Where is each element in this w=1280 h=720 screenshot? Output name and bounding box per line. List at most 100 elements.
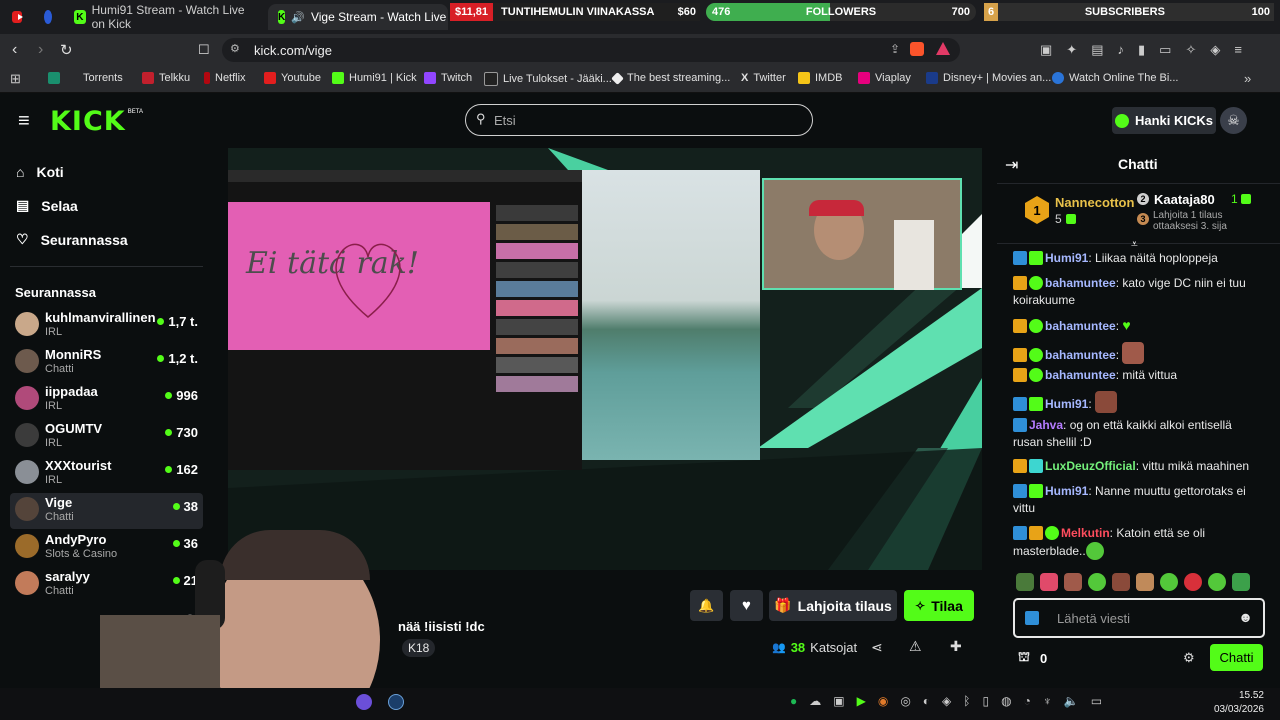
extension-icon[interactable]: ▣ bbox=[1040, 42, 1052, 58]
more-bookmarks-icon[interactable]: » bbox=[1244, 71, 1251, 86]
tray-app-icon[interactable]: ◉ bbox=[878, 694, 888, 708]
frog-emote[interactable] bbox=[1016, 573, 1034, 591]
avatar[interactable]: ☠ bbox=[1220, 107, 1247, 134]
bookmark-twitter[interactable]: X Twitter bbox=[741, 72, 786, 84]
hamburger-menu-icon[interactable]: ≡ bbox=[18, 110, 30, 133]
kick-logo[interactable]: KICK BETA bbox=[50, 106, 143, 137]
hat-emote[interactable] bbox=[1184, 573, 1202, 591]
bookmark-watch-online[interactable]: Watch Online The Bi... bbox=[1052, 72, 1178, 84]
music-icon[interactable]: ♪ bbox=[1118, 42, 1125, 58]
bookmark-twitch[interactable]: Twitch bbox=[424, 72, 472, 84]
nav-following[interactable]: ♡ Seurannassa bbox=[16, 231, 128, 248]
spotify-icon[interactable]: ● bbox=[790, 694, 797, 708]
tray-app-icon[interactable]: ◐ bbox=[923, 694, 930, 708]
tab-humi91[interactable]: K Humi91 Stream - Watch Live on Kick bbox=[64, 3, 264, 31]
chat-username[interactable]: bahamuntee bbox=[1045, 348, 1116, 362]
tray-app-icon[interactable]: ▯ bbox=[982, 694, 989, 708]
chat-username[interactable]: bahamuntee bbox=[1045, 368, 1116, 382]
url-bar[interactable]: ⚙ kick.com/vige ⇪ bbox=[222, 38, 960, 62]
chat-username[interactable]: Humi91 bbox=[1045, 397, 1088, 411]
stream-tag[interactable]: K18 bbox=[402, 639, 436, 657]
wallet-icon[interactable]: ▭ bbox=[1159, 42, 1171, 58]
follow-button[interactable]: ♥ bbox=[730, 590, 763, 621]
apps-grid-icon[interactable]: ⊞ bbox=[10, 71, 21, 87]
menu-icon[interactable]: ≡ bbox=[1234, 42, 1242, 58]
chat-username[interactable]: Jahva bbox=[1029, 418, 1063, 432]
clock[interactable]: 15.52 03/03/2026 bbox=[1200, 689, 1264, 717]
smile-emote[interactable] bbox=[1232, 573, 1250, 591]
tab-vige[interactable]: K 🔊 Vige Stream - Watch Live on K bbox=[268, 4, 448, 30]
cloud-icon[interactable]: ☁ bbox=[809, 694, 821, 708]
nav-browse[interactable]: ▤ Selaa bbox=[16, 197, 78, 214]
battery-icon[interactable]: ▭ bbox=[1091, 694, 1102, 708]
face-emote[interactable] bbox=[1064, 573, 1082, 591]
puzzle-icon[interactable]: ✦ bbox=[1066, 42, 1077, 58]
leo-icon[interactable]: ✧ bbox=[1185, 42, 1196, 58]
gift-sub-button[interactable]: 🎁 Lahjoita tilaus bbox=[769, 590, 897, 621]
steam-icon[interactable]: ◍ bbox=[1001, 694, 1011, 708]
chat-username[interactable]: Humi91 bbox=[1045, 484, 1088, 498]
sidebar-following-item[interactable]: XXXtourist IRL 162 bbox=[10, 456, 203, 492]
chat-settings-icon[interactable]: ⚙ bbox=[1183, 650, 1195, 666]
tab-other[interactable] bbox=[34, 4, 62, 30]
clip-icon[interactable]: ✚ bbox=[950, 638, 962, 655]
app-icon[interactable] bbox=[356, 694, 372, 710]
tab-youtube[interactable] bbox=[2, 4, 32, 30]
steam-icon[interactable] bbox=[388, 694, 404, 710]
face-emote[interactable] bbox=[1112, 573, 1130, 591]
pepe-emote[interactable] bbox=[1208, 573, 1226, 591]
bluetooth-icon[interactable]: ᛒ bbox=[963, 694, 970, 708]
bookmark-streaming[interactable]: The best streaming... bbox=[611, 71, 730, 85]
notification-bell-button[interactable]: 🔔 bbox=[690, 590, 723, 621]
nav-home[interactable]: ⌂ Koti bbox=[16, 164, 64, 180]
share-icon[interactable]: ⇪ bbox=[890, 42, 900, 56]
forward-icon[interactable]: › bbox=[38, 41, 43, 59]
pepe-emote[interactable] bbox=[1160, 573, 1178, 591]
back-icon[interactable]: ‹ bbox=[12, 41, 17, 59]
search-input[interactable]: ⚲ Etsi bbox=[465, 104, 813, 136]
bookmark-disney[interactable]: Disney+ | Movies an... bbox=[926, 72, 1051, 84]
chat-username[interactable]: Melkutin bbox=[1061, 526, 1110, 540]
sidebar-following-item[interactable]: iippadaa IRL 996 bbox=[10, 382, 203, 418]
site-info-icon[interactable]: ⚙ bbox=[230, 42, 240, 55]
bookmark-torrents[interactable]: Torrents bbox=[48, 72, 123, 84]
tray-app-icon[interactable]: ◈ bbox=[942, 694, 951, 708]
bookmark-netflix[interactable]: Netflix bbox=[204, 72, 246, 84]
wifi-icon[interactable]: ◔ bbox=[1024, 694, 1031, 708]
sidebar-toggle-icon[interactable]: ▮ bbox=[1138, 42, 1145, 58]
sidebar-following-item[interactable]: kuhlmanvirallinen IRL 1,7 t. bbox=[10, 308, 203, 344]
get-kicks-button[interactable]: Hanki KICKs bbox=[1112, 107, 1216, 134]
bookmark-icon[interactable]: ☐ bbox=[198, 42, 210, 58]
play-icon[interactable]: ▶ bbox=[857, 694, 866, 708]
reload-icon[interactable]: ↻ bbox=[60, 41, 73, 59]
emoji-picker-icon[interactable]: ☻ bbox=[1238, 609, 1253, 625]
sidebar-following-item[interactable]: MonniRS Chatti 1,2 t. bbox=[10, 345, 203, 381]
share-icon[interactable]: ⋖ bbox=[871, 639, 883, 656]
bookmark-viaplay[interactable]: Viaplay bbox=[858, 72, 911, 84]
volume-icon[interactable]: 🔈 bbox=[1064, 694, 1079, 708]
hands-emote[interactable] bbox=[1040, 573, 1058, 591]
tray-app-icon[interactable]: ▣ bbox=[833, 694, 844, 708]
pepe-emote[interactable] bbox=[1088, 573, 1106, 591]
video-player[interactable]: Ei tätä rak! bbox=[228, 148, 982, 570]
chat-username[interactable]: Humi91 bbox=[1045, 251, 1088, 265]
bookmark-live-tulokset[interactable]: Live Tulokset - Jääki... bbox=[484, 72, 612, 86]
chat-username[interactable]: LuxDeuzOfficial bbox=[1045, 459, 1136, 473]
vpn-icon[interactable]: ◈ bbox=[1210, 42, 1220, 58]
bookmark-imdb[interactable]: IMDB bbox=[798, 72, 843, 84]
report-icon[interactable]: ⚠ bbox=[909, 638, 922, 655]
sidebar-following-item[interactable]: OGUMTV IRL 730 bbox=[10, 419, 203, 455]
bookmark-humi91[interactable]: Humi91 | Kick bbox=[332, 72, 417, 84]
send-chat-button[interactable]: Chatti bbox=[1210, 644, 1263, 671]
camera-icon[interactable]: ▤ bbox=[1091, 42, 1103, 58]
tray-app-icon[interactable]: ◎ bbox=[900, 694, 910, 708]
chat-input[interactable]: Lähetä viesti ☻ bbox=[1013, 598, 1265, 638]
mic-icon[interactable]: ♆ bbox=[1043, 694, 1052, 708]
rewards-icon[interactable] bbox=[936, 42, 950, 55]
face-emote[interactable] bbox=[1136, 573, 1154, 591]
bookmark-telkku[interactable]: Telkku bbox=[142, 72, 190, 84]
chat-username[interactable]: bahamuntee bbox=[1045, 319, 1116, 333]
channel-points[interactable]: ⛫ 0 bbox=[1018, 649, 1047, 667]
chat-username[interactable]: bahamuntee bbox=[1045, 276, 1116, 290]
bookmark-youtube[interactable]: Youtube bbox=[264, 72, 321, 84]
